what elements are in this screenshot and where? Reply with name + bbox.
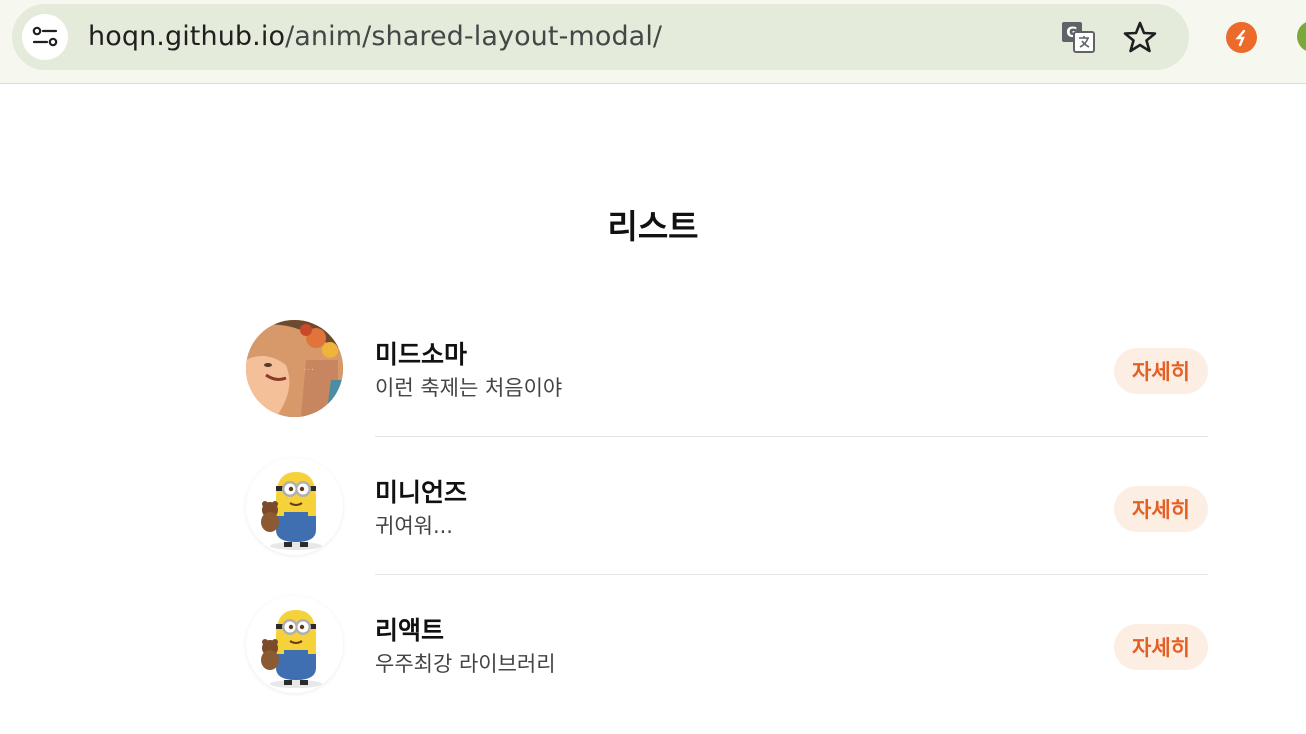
url-path: /anim/shared-layout-modal/	[285, 21, 663, 52]
avatar: · · ·	[246, 320, 343, 417]
page-title: 리스트	[607, 207, 699, 246]
avatar	[246, 458, 343, 555]
item-title: 리액트	[375, 616, 445, 645]
translate-icon[interactable]: G	[1060, 20, 1096, 54]
poster-text: · · ·	[304, 367, 314, 374]
list-item[interactable]: 미니언즈 귀여워... 자세히	[246, 458, 1208, 596]
item-subtitle: 이런 축제는 처음이야	[375, 376, 563, 400]
item-title: 미니언즈	[375, 478, 468, 507]
detail-button[interactable]: 자세히	[1114, 624, 1208, 670]
item-title: 미드소마	[375, 340, 468, 369]
detail-button[interactable]: 자세히	[1114, 348, 1208, 394]
extension-icon[interactable]	[1297, 21, 1306, 52]
address-bar[interactable]: hoqn.github.io/anim/shared-layout-modal/…	[12, 4, 1189, 70]
site-settings-icon[interactable]	[22, 14, 68, 60]
extension-icon[interactable]	[1226, 22, 1257, 53]
item-subtitle: 우주최강 라이브러리	[375, 652, 556, 676]
list-item[interactable]: · · · 미드소마 이런 축제는 처음이야 자세히	[246, 320, 1208, 458]
avatar	[246, 596, 343, 693]
item-list: · · · 미드소마 이런 축제는 처음이야 자세히 미니언즈 귀여워... 자…	[246, 320, 1208, 734]
divider	[375, 436, 1208, 437]
browser-toolbar: hoqn.github.io/anim/shared-layout-modal/…	[0, 0, 1306, 84]
divider	[375, 574, 1208, 575]
url-text[interactable]: hoqn.github.io/anim/shared-layout-modal/	[88, 4, 662, 70]
bookmark-star-icon[interactable]	[1122, 19, 1158, 55]
url-host: hoqn.github.io	[88, 21, 286, 52]
item-subtitle: 귀여워...	[375, 514, 453, 538]
list-item[interactable]: 리액트 우주최강 라이브러리 자세히	[246, 596, 1208, 734]
detail-button[interactable]: 자세히	[1114, 486, 1208, 532]
